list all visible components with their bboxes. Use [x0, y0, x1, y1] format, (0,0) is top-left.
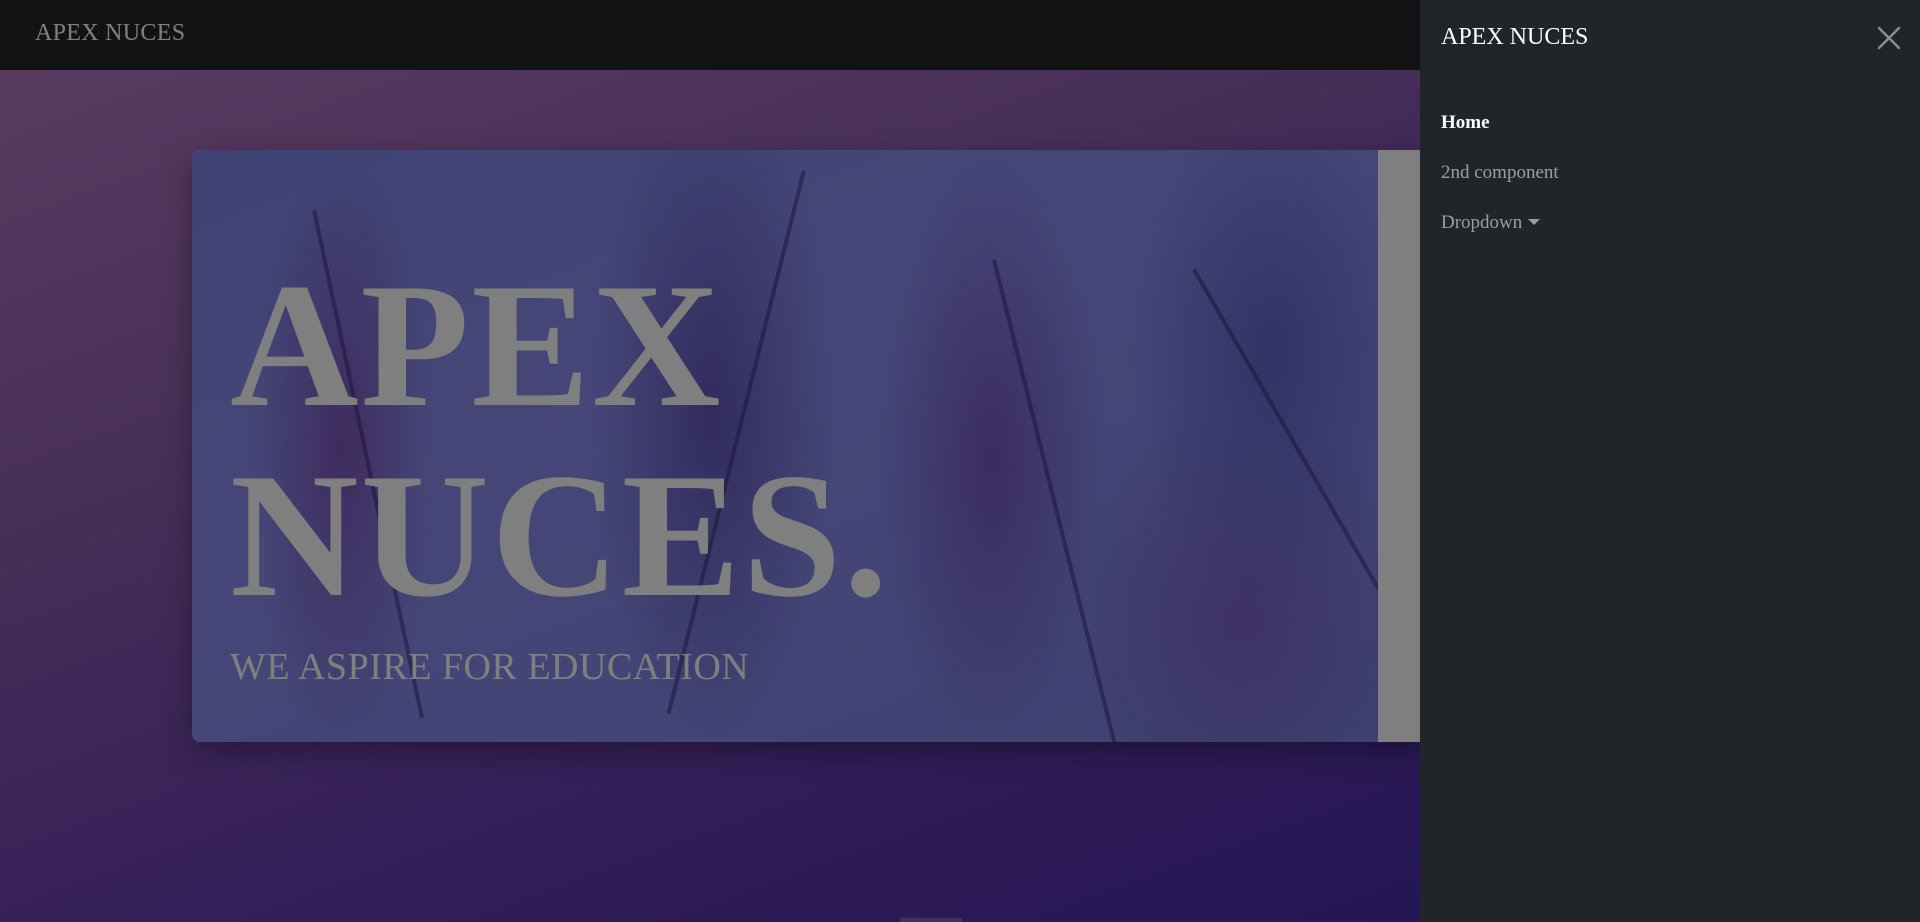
nav-item-dropdown: Dropdown [1441, 208, 1559, 258]
offcanvas-nav: Home 2nd component Dropdown [1441, 108, 1559, 258]
caret-down-icon [1528, 219, 1541, 225]
close-icon [1877, 26, 1901, 50]
nav-item-2nd-component: 2nd component [1441, 158, 1559, 208]
close-button[interactable] [1876, 25, 1902, 51]
dropdown-label: Dropdown [1441, 212, 1523, 233]
offcanvas-backdrop[interactable] [0, 0, 1420, 922]
nav-item-home: Home [1441, 108, 1559, 158]
offcanvas-title: APEX NUCES [1441, 24, 1589, 50]
nav-link-2nd-component[interactable]: 2nd component [1441, 158, 1559, 208]
page: APEX NUCES APEX NUCES. WE ASPIRE FOR EDU… [0, 0, 1920, 922]
nav-link-dropdown[interactable]: Dropdown [1441, 208, 1559, 258]
offcanvas-menu: APEX NUCES Home 2nd component Dropdown [1420, 0, 1920, 922]
nav-link-home[interactable]: Home [1441, 108, 1559, 158]
